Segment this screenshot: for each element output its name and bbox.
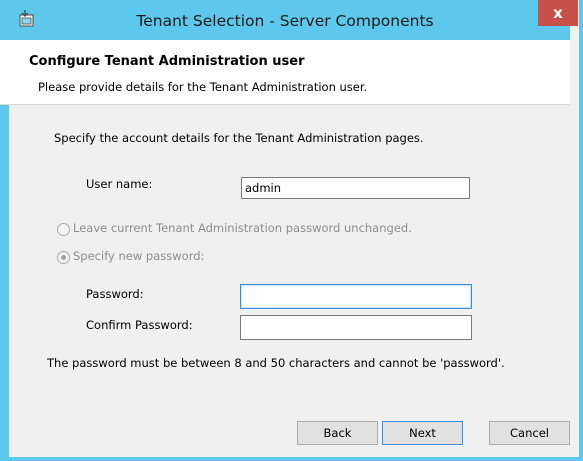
wizard-header: Configure Tenant Administration user Ple…: [0, 40, 570, 105]
radio-password-unchanged-label[interactable]: Leave current Tenant Administration pass…: [73, 221, 412, 235]
radio-selected-dot: [61, 255, 66, 260]
window-title: Tenant Selection - Server Components: [136, 12, 434, 30]
title-bar[interactable]: Tenant Selection - Server Components: [0, 0, 570, 40]
cancel-button[interactable]: Cancel: [489, 421, 570, 445]
confirm-password-label: Confirm Password:: [86, 318, 193, 332]
password-input[interactable]: [240, 284, 472, 309]
next-button[interactable]: Next: [382, 421, 463, 445]
close-icon: x: [553, 4, 563, 22]
form-intro: Specify the account details for the Tena…: [54, 131, 424, 145]
page-title: Configure Tenant Administration user: [29, 54, 305, 69]
username-input[interactable]: admin: [241, 177, 470, 199]
radio-specify-password-label[interactable]: Specify new password:: [73, 249, 204, 263]
confirm-password-input[interactable]: [240, 315, 472, 340]
back-button[interactable]: Back: [297, 421, 378, 445]
username-label: User name:: [86, 177, 153, 191]
password-hint: The password must be between 8 and 50 ch…: [47, 356, 505, 370]
radio-password-unchanged[interactable]: [57, 223, 70, 236]
close-button[interactable]: x: [538, 0, 578, 26]
page-subtitle: Please provide details for the Tenant Ad…: [38, 80, 368, 94]
radio-specify-password[interactable]: [57, 251, 70, 264]
password-label: Password:: [86, 287, 144, 301]
